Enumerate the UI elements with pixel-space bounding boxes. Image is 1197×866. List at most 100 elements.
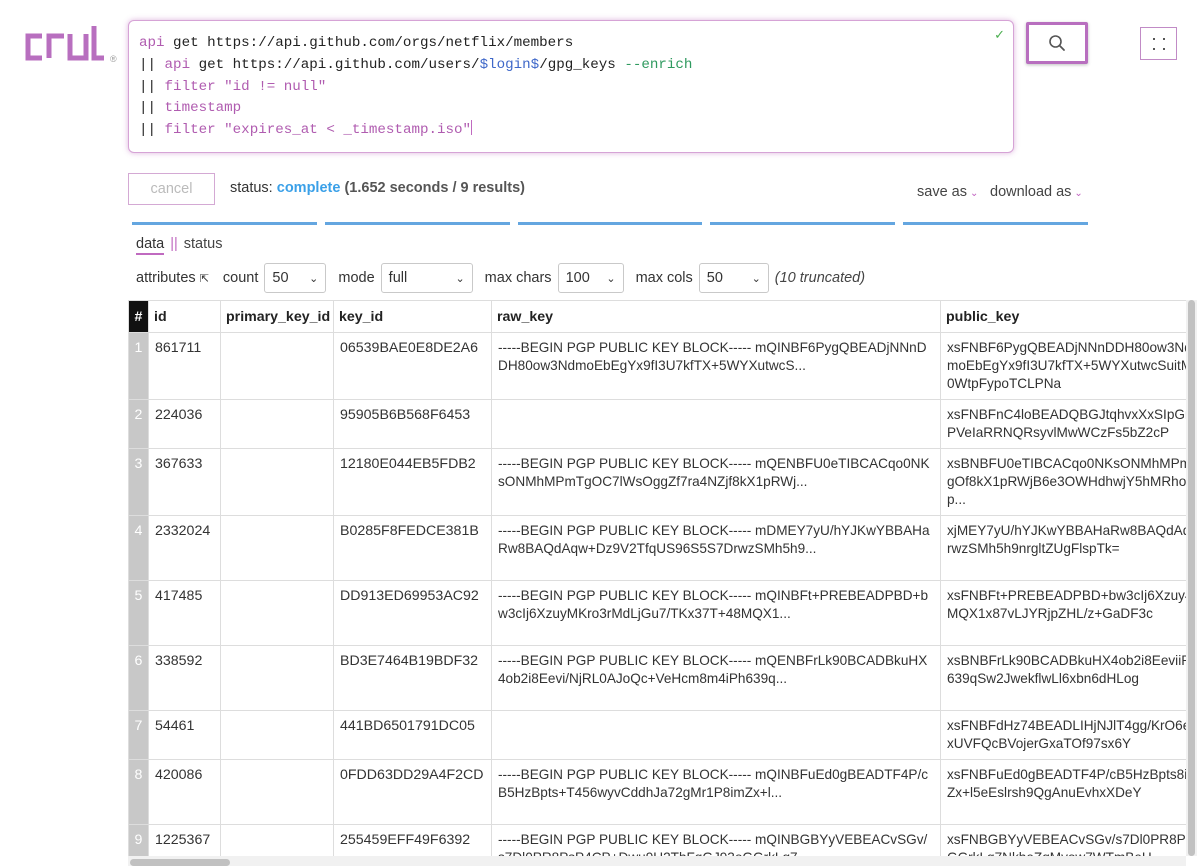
cell-id[interactable]: 861711 — [148, 332, 221, 400]
results-table-container[interactable]: # id primary_key_id key_id raw_key publi… — [128, 300, 1197, 866]
save-as-label: save as — [917, 184, 967, 200]
query-code[interactable]: api get https://api.github.com/orgs/netf… — [139, 33, 1003, 142]
cell-primary-key-id[interactable] — [220, 710, 334, 760]
mode-select[interactable]: full ⌄ — [380, 263, 473, 293]
save-as-menu[interactable]: save as ⌄ — [917, 184, 978, 200]
column-header-id[interactable]: id — [148, 300, 221, 333]
cell-raw-key[interactable] — [491, 710, 941, 760]
cell-raw-key[interactable]: -----BEGIN PGP PUBLIC KEY BLOCK----- mQI… — [491, 759, 941, 825]
query-token — [216, 79, 225, 95]
table-row[interactable]: 1 861711 06539BAE0E8DE2A6 -----BEGIN PGP PU… — [128, 332, 1197, 400]
cell-public-key[interactable]: xjMEY7yU/hYJKwYBBAHaRw8BAQdAqwrwzSMh5h9n… — [940, 515, 1197, 581]
cell-key-id[interactable]: DD913ED69953AC92 — [333, 580, 492, 646]
row-number[interactable]: 5 — [128, 580, 149, 646]
mode-value: full — [388, 270, 408, 286]
cell-public-key[interactable]: xsBNBFU0eTIBCACqo0NKsONMhMPmTgOf8kX1pRWj… — [940, 448, 1197, 516]
row-number[interactable]: 2 — [128, 399, 149, 449]
cell-key-id[interactable]: 06539BAE0E8DE2A6 — [333, 332, 492, 400]
cell-key-id[interactable]: 95905B6B568F6453 — [333, 399, 492, 449]
tab-status[interactable]: status — [184, 236, 223, 252]
cell-key-id[interactable]: 0FDD63DD29A4F2CD — [333, 759, 492, 825]
cell-public-key[interactable]: xsFNBFt+PREBEADPBD+bw3cIj6Xzuy48MQX1x87v… — [940, 580, 1197, 646]
scrollbar-thumb[interactable] — [1188, 300, 1195, 856]
column-header-raw-key[interactable]: raw_key — [491, 300, 941, 333]
table-row[interactable]: 3 367633 12180E044EB5FDB2 -----BEGIN PGP PU… — [128, 448, 1197, 516]
cell-raw-key[interactable] — [491, 399, 941, 449]
column-header-index[interactable]: # — [128, 300, 149, 333]
cell-primary-key-id[interactable] — [220, 759, 334, 825]
row-number[interactable]: 7 — [128, 710, 149, 760]
progress-segment — [518, 222, 702, 225]
table-row[interactable]: 4 2332024 B0285F8FEDCE381B -----BEGIN PGP P… — [128, 515, 1197, 581]
cell-primary-key-id[interactable] — [220, 399, 334, 449]
crul-logo: ® — [22, 22, 122, 64]
cell-key-id[interactable]: 441BD6501791DC05 — [333, 710, 492, 760]
max-cols-select[interactable]: 50 ⌄ — [698, 263, 769, 293]
status-label: status: — [230, 180, 273, 196]
table-row[interactable]: 5 417485 DD913ED69953AC92 -----BEGIN PGP PU… — [128, 580, 1197, 646]
cell-public-key[interactable]: xsBNBFrLk90BCADBkuHX4ob2i8EeviiPh639qSw2… — [940, 645, 1197, 711]
cell-id[interactable]: 224036 — [148, 399, 221, 449]
progress-segment — [903, 222, 1088, 225]
table-row[interactable]: 7 54461 441BD6501791DC05 xsFNBFdHz74BEADLIH… — [128, 710, 1197, 760]
cell-id[interactable]: 417485 — [148, 580, 221, 646]
row-number[interactable]: 6 — [128, 645, 149, 711]
horizontal-scrollbar[interactable] — [128, 856, 1186, 866]
row-number[interactable]: 8 — [128, 759, 149, 825]
row-number[interactable]: 1 — [128, 332, 149, 400]
cell-primary-key-id[interactable] — [220, 580, 334, 646]
query-line[interactable]: || filter "expires_at < _timestamp.iso" — [139, 120, 1003, 142]
max-chars-label: max chars — [484, 270, 552, 286]
cell-id[interactable]: 420086 — [148, 759, 221, 825]
query-line[interactable]: || filter "id != null" — [139, 77, 1003, 99]
row-number[interactable]: 3 — [128, 448, 149, 516]
cell-key-id[interactable]: 12180E044EB5FDB2 — [333, 448, 492, 516]
cell-id[interactable]: 338592 — [148, 645, 221, 711]
mode-label: mode — [338, 270, 375, 286]
query-token: || — [139, 56, 165, 73]
download-as-menu[interactable]: download as ⌄ — [990, 184, 1083, 200]
count-select[interactable]: 50 ⌄ — [264, 263, 327, 293]
cell-primary-key-id[interactable] — [220, 448, 334, 516]
cell-public-key[interactable]: xsFNBFdHz74BEADLIHjNJlT4gg/KrO6e1xUVFQcB… — [940, 710, 1197, 760]
layout-toggle-button[interactable] — [1140, 27, 1177, 60]
cell-primary-key-id[interactable] — [220, 645, 334, 711]
cell-id[interactable]: 367633 — [148, 448, 221, 516]
max-chars-select[interactable]: 100 ⌄ — [557, 263, 624, 293]
results-table: # id primary_key_id key_id raw_key publi… — [128, 300, 1197, 866]
cell-public-key[interactable]: xsFNBFuEd0gBEADTF4P/cB5HzBpts8imZx+l5eEs… — [940, 759, 1197, 825]
column-header-public-key[interactable]: public_key — [940, 300, 1197, 333]
column-header-key-id[interactable]: key_id — [333, 300, 492, 333]
table-row[interactable]: 6 338592 BD3E7464B19BDF32 -----BEGIN PGP PU… — [128, 645, 1197, 711]
cell-raw-key[interactable]: -----BEGIN PGP PUBLIC KEY BLOCK----- mQE… — [491, 448, 941, 516]
query-line[interactable]: || api get https://api.github.com/users/… — [139, 55, 1003, 77]
scrollbar-thumb[interactable] — [130, 859, 230, 866]
cell-raw-key[interactable]: -----BEGIN PGP PUBLIC KEY BLOCK----- mDM… — [491, 515, 941, 581]
search-button[interactable] — [1026, 22, 1088, 64]
cell-primary-key-id[interactable] — [220, 332, 334, 400]
query-token: filter — [164, 122, 216, 139]
attributes-label: attributes — [136, 270, 196, 286]
cell-key-id[interactable]: BD3E7464B19BDF32 — [333, 645, 492, 711]
cancel-button[interactable]: cancel — [128, 173, 215, 205]
query-editor[interactable]: ✓ api get https://api.github.com/orgs/ne… — [128, 20, 1014, 153]
cell-public-key[interactable]: xsFNBF6PygQBEADjNNnDDH80ow3NdmoEbEgYx9fI… — [940, 332, 1197, 400]
cell-id[interactable]: 54461 — [148, 710, 221, 760]
cell-id[interactable]: 2332024 — [148, 515, 221, 581]
query-line[interactable]: api get https://api.github.com/orgs/netf… — [139, 33, 1003, 55]
query-line[interactable]: || timestamp — [139, 98, 1003, 120]
cell-primary-key-id[interactable] — [220, 515, 334, 581]
attributes-toggle[interactable]: attributes ⇱ — [136, 270, 209, 286]
table-row[interactable]: 2 224036 95905B6B568F6453 xsFNBFnC4loBEADQB… — [128, 399, 1197, 449]
cell-raw-key[interactable]: -----BEGIN PGP PUBLIC KEY BLOCK----- mQE… — [491, 645, 941, 711]
cell-raw-key[interactable]: -----BEGIN PGP PUBLIC KEY BLOCK----- mQI… — [491, 580, 941, 646]
column-header-primary-key-id[interactable]: primary_key_id — [220, 300, 334, 333]
vertical-scrollbar[interactable] — [1186, 300, 1197, 856]
tab-data[interactable]: data — [136, 236, 165, 255]
row-number[interactable]: 4 — [128, 515, 149, 581]
table-row[interactable]: 8 420086 0FDD63DD29A4F2CD -----BEGIN PGP PU… — [128, 759, 1197, 825]
cell-raw-key[interactable]: -----BEGIN PGP PUBLIC KEY BLOCK----- mQI… — [491, 332, 941, 400]
cell-key-id[interactable]: B0285F8FEDCE381B — [333, 515, 492, 581]
chevron-down-icon: ⌄ — [751, 272, 761, 285]
cell-public-key[interactable]: xsFNBFnC4loBEADQBGJtqhvxXxSIpGnzPVeIaRRN… — [940, 399, 1197, 449]
